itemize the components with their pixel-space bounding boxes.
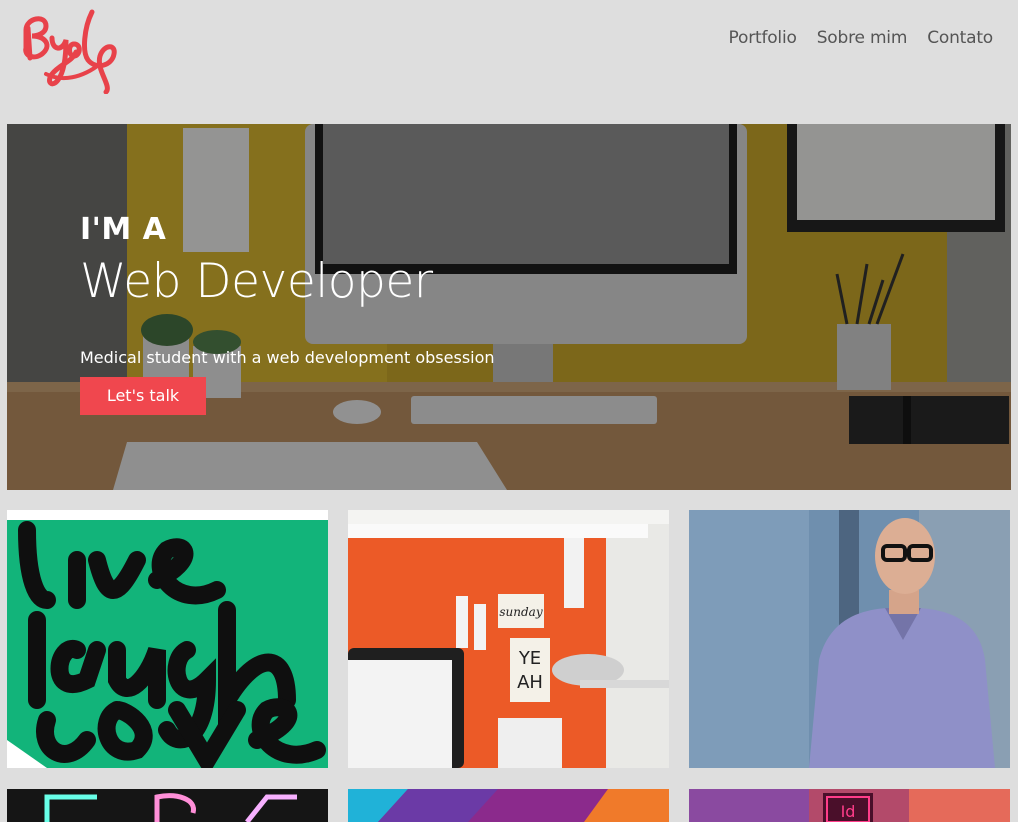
orange-desk-image: sunday YE AH: [348, 510, 669, 768]
svg-text:YE: YE: [518, 648, 541, 669]
man-portrait-image: [689, 510, 1010, 768]
portfolio-tile-live-laugh-love[interactable]: [7, 510, 328, 768]
hero-banner: I'M A Web Developer Medical student with…: [7, 124, 1011, 490]
live-laugh-love-image: [7, 510, 328, 768]
byol-logo-icon: [23, 9, 117, 95]
svg-text:AH: AH: [517, 672, 543, 693]
brand-logo[interactable]: [12, 8, 122, 95]
nav-portfolio[interactable]: Portfolio: [729, 28, 797, 48]
portfolio-tile-indesign[interactable]: Id: [689, 789, 1010, 822]
indesign-image: Id: [689, 789, 1010, 822]
site-header: Portfolio Sobre mim Contato: [0, 0, 1018, 110]
nav-sobre-mim[interactable]: Sobre mim: [817, 28, 908, 48]
hero-subline: Medical student with a web development o…: [80, 348, 495, 367]
portfolio-tile-gradient[interactable]: [348, 789, 669, 822]
note-sunday: sunday: [499, 605, 542, 619]
nav-contato[interactable]: Contato: [927, 28, 993, 48]
gradient-colors-image: [348, 789, 669, 822]
portfolio-tile-orange-desk[interactable]: sunday YE AH: [348, 510, 669, 768]
neon-sign-image: [7, 789, 328, 822]
portfolio-tile-neon[interactable]: [7, 789, 328, 822]
main-nav: Portfolio Sobre mim Contato: [729, 28, 994, 48]
hero-text: I'M A Web Developer Medical student with…: [80, 212, 495, 415]
indesign-icon: Id: [841, 802, 856, 821]
hero-headline: Web Developer: [80, 254, 433, 309]
lets-talk-button[interactable]: Let's talk: [80, 377, 206, 415]
hero-kicker: I'M A: [80, 212, 167, 247]
portfolio-tile-man-portrait[interactable]: [689, 510, 1010, 768]
